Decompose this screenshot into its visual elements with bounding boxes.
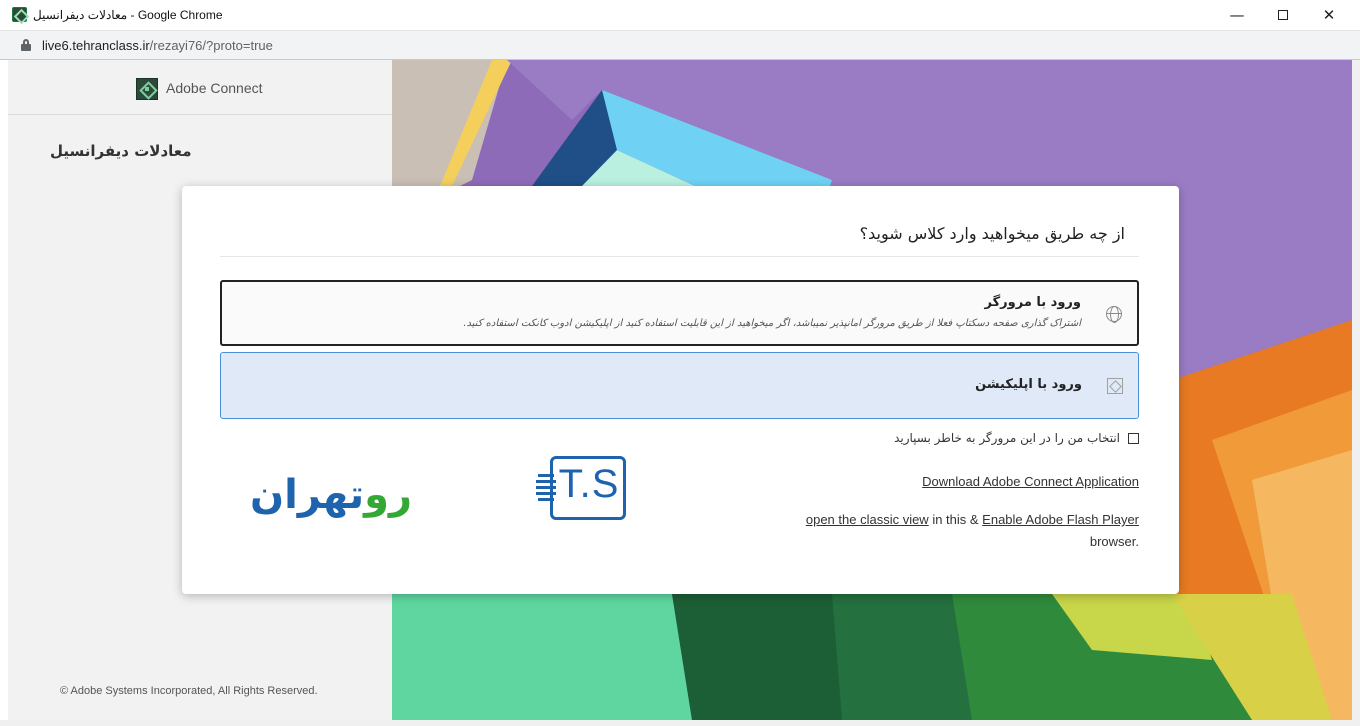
app-name: Adobe Connect bbox=[166, 80, 263, 96]
maximize-icon bbox=[1278, 10, 1288, 20]
browser-login-description: اشتراک گذاری صفحه دسکتاپ فعلا از طریق مر… bbox=[463, 318, 1081, 329]
browser-login-option[interactable]: ورود با مرورگر اشتراک گذاری صفحه دسکتاپ … bbox=[220, 280, 1139, 346]
download-app-link[interactable]: Download Adobe Connect Application bbox=[922, 474, 1139, 489]
page-viewport: Adobe Connect معادلات دیفرانسیل © Adobe … bbox=[8, 60, 1352, 720]
brand-wordmark: روتهران bbox=[250, 472, 413, 518]
maximize-button[interactable] bbox=[1260, 0, 1306, 30]
app-login-label: ورود با اپلیکیشن bbox=[975, 377, 1082, 392]
tehran-class-logo: روتهران T.S bbox=[250, 456, 630, 528]
close-window-button[interactable]: ✕ bbox=[1306, 0, 1352, 30]
remember-choice[interactable]: انتخاب من را در این مرورگر به خاطر بسپار… bbox=[894, 431, 1139, 445]
globe-icon bbox=[1106, 306, 1122, 323]
brand-wordmark-green: رو bbox=[364, 472, 413, 518]
login-method-dialog: از چه طریق میخواهید وارد کلاس شوید؟ ورود… bbox=[182, 186, 1179, 594]
classic-end-text: browser. bbox=[1089, 534, 1139, 549]
adobe-connect-app-icon bbox=[12, 7, 27, 22]
classic-view-link[interactable]: open the classic view bbox=[806, 512, 929, 527]
url-text[interactable]: live6.tehranclass.ir/rezayi76/?proto=tru… bbox=[42, 38, 273, 53]
scrollbar-gutter bbox=[1352, 60, 1360, 726]
room-title: معادلات دیفرانسیل bbox=[50, 142, 192, 160]
brand-ts-text: T.S bbox=[558, 462, 620, 506]
url-host: live6.tehranclass.ir bbox=[42, 38, 150, 53]
enable-flash-link[interactable]: Enable Adobe Flash Player bbox=[982, 512, 1139, 527]
dialog-title: از چه طریق میخواهید وارد کلاس شوید؟ bbox=[859, 224, 1125, 243]
window-bottom-edge bbox=[0, 720, 1360, 726]
window-title-bar: معادلات دیفرانسیل - Google Chrome — ✕ bbox=[0, 0, 1360, 31]
adobe-connect-logo-icon bbox=[136, 78, 158, 100]
minimize-button[interactable]: — bbox=[1214, 0, 1260, 30]
close-icon: ✕ bbox=[1322, 6, 1336, 24]
sidebar-header: Adobe Connect bbox=[8, 60, 392, 115]
remember-label: انتخاب من را در این مرورگر به خاطر بسپار… bbox=[894, 431, 1120, 445]
url-path: /rezayi76/?proto=true bbox=[149, 38, 273, 53]
classic-mid-text: in this & bbox=[928, 512, 983, 527]
minimize-icon: — bbox=[1229, 6, 1245, 24]
window-title: معادلات دیفرانسیل - Google Chrome bbox=[33, 8, 223, 22]
brand-ts-mark: T.S bbox=[536, 456, 626, 520]
browser-login-label: ورود با مرورگر bbox=[984, 295, 1081, 310]
remember-checkbox[interactable] bbox=[1128, 432, 1139, 444]
classic-view-line: open the classic view in this & Enable A… bbox=[806, 512, 1139, 527]
dialog-divider bbox=[220, 256, 1139, 257]
app-login-option[interactable]: ورود با اپلیکیشن bbox=[220, 352, 1139, 419]
lock-icon[interactable] bbox=[20, 39, 32, 51]
app-icon bbox=[1107, 378, 1123, 394]
brand-wordmark-blue: تهران bbox=[250, 472, 365, 518]
copyright-text: © Adobe Systems Incorporated, All Rights… bbox=[60, 685, 318, 697]
